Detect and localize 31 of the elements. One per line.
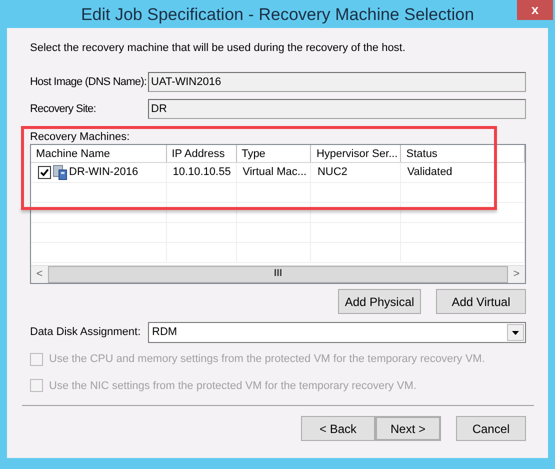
column-header[interactable]: Type bbox=[236, 145, 312, 162]
field-label: Host Image (DNS Name): bbox=[30, 74, 148, 90]
scroll-right-button[interactable]: > bbox=[508, 266, 525, 283]
window-title: Edit Job Specification - Recovery Machine Selection bbox=[80, 4, 474, 26]
dropdown[interactable]: RDM bbox=[148, 322, 526, 343]
instruction-text: Select the recovery machine that will be used during the recovery of the host. bbox=[30, 41, 406, 56]
read-only-field: UAT-WIN2016 bbox=[148, 72, 526, 92]
computer-icon bbox=[53, 165, 67, 180]
option-label: Use the CPU and memory settings from the protected VM for the temporary recovery VM. bbox=[49, 352, 485, 367]
next-button[interactable]: Next > bbox=[375, 416, 441, 441]
scroll-thumb[interactable]: III bbox=[48, 266, 508, 283]
add-physical-button[interactable]: Add Physical bbox=[338, 289, 421, 314]
table-cell-text: DR-WIN-2016 bbox=[69, 165, 138, 180]
caret-icon bbox=[507, 324, 524, 341]
read-only-field: DR bbox=[148, 99, 526, 119]
option-label: Use the NIC settings from the protected VM for the temporary recovery VM. bbox=[49, 378, 416, 394]
table-cell-text: 10.10.10.55 bbox=[172, 165, 231, 180]
section-label: Recovery Machines: bbox=[30, 130, 130, 144]
field-label: Data Disk Assignment: bbox=[30, 325, 142, 340]
table-cell-text: NUC2 bbox=[317, 165, 348, 180]
scroll-left-button[interactable]: < bbox=[31, 266, 48, 283]
horizontal-scrollbar[interactable]: < III > bbox=[31, 265, 525, 283]
cancel-button[interactable]: Cancel bbox=[456, 416, 526, 441]
close-button[interactable]: x bbox=[517, 0, 553, 20]
field-label: Recovery Site: bbox=[30, 102, 97, 117]
add-virtual-button[interactable]: Add Virtual bbox=[436, 289, 526, 314]
checkbox[interactable] bbox=[38, 166, 51, 179]
table-cell-text: Virtual Mac... bbox=[242, 165, 307, 180]
table-cell-text: Validated bbox=[407, 165, 452, 180]
column-header[interactable]: IP Address bbox=[166, 145, 237, 162]
back-button[interactable]: < Back bbox=[301, 416, 375, 441]
